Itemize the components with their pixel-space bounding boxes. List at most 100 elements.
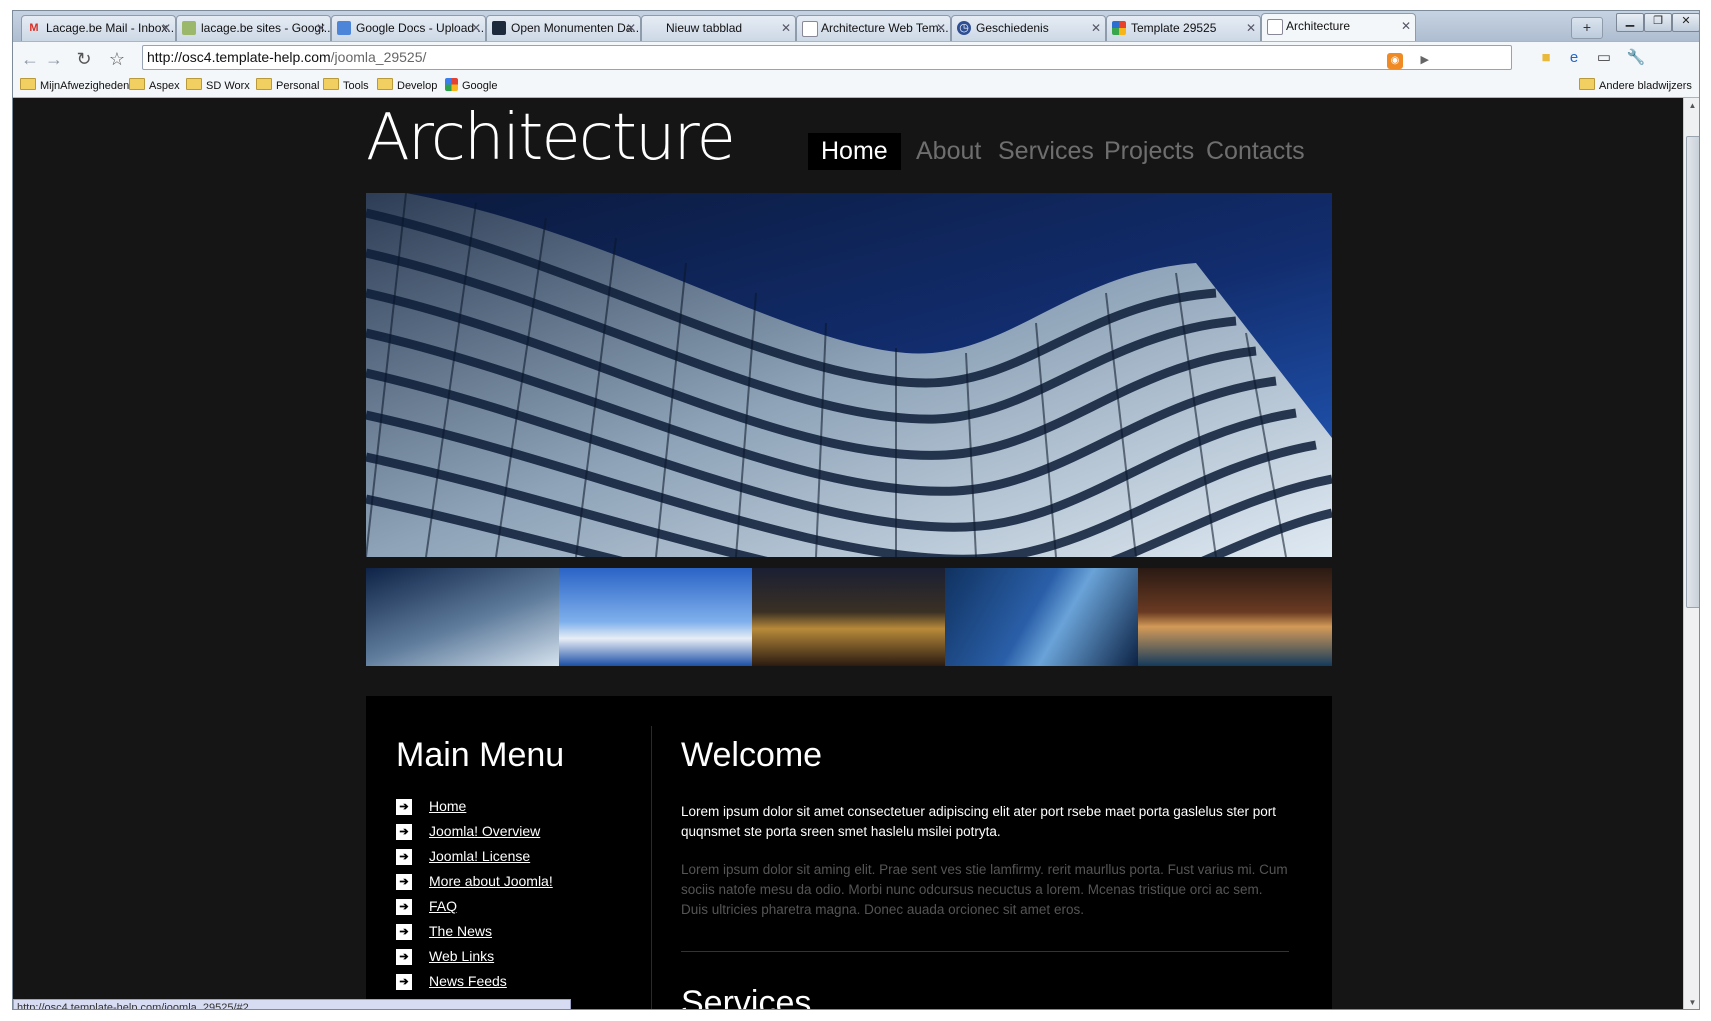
menu-link[interactable]: News Feeds <box>429 973 507 989</box>
close-tab-icon[interactable]: ✕ <box>1091 16 1101 40</box>
google-docs-icon <box>337 21 351 35</box>
rss-feed-icon[interactable]: ◉ <box>1387 53 1403 69</box>
nav-contacts[interactable]: Contacts <box>1206 133 1305 170</box>
close-tab-icon[interactable]: ✕ <box>471 16 481 40</box>
close-tab-icon[interactable]: ✕ <box>1401 14 1411 38</box>
thumbnail-bridge-tower[interactable] <box>559 568 752 666</box>
tab-label: lacage.be sites - Googl... <box>201 21 331 35</box>
gmail-icon: M <box>29 22 39 34</box>
close-tab-icon[interactable]: ✕ <box>626 16 636 40</box>
tab-strip: M Lacage.be Mail - Inbox... ✕ lacage.be … <box>13 11 1699 42</box>
template-icon <box>1112 21 1126 35</box>
menu-link[interactable]: Home <box>429 798 466 814</box>
bookmark-label: Tools <box>343 80 369 92</box>
url-host: http://osc4.template-help.com <box>147 49 331 65</box>
menu-link[interactable]: The News <box>429 923 492 939</box>
minimize-icon[interactable]: ▁ <box>1616 13 1644 32</box>
page-icon <box>802 21 818 37</box>
tab-google-sites[interactable]: lacage.be sites - Googl... ✕ <box>176 15 331 41</box>
menu-link[interactable]: Joomla! Overview <box>429 823 540 839</box>
close-tab-icon[interactable]: ✕ <box>781 16 791 40</box>
tab-label: Open Monumenten Da... <box>511 21 641 35</box>
folder-icon <box>20 78 36 90</box>
bookmark-label: Personal <box>276 80 320 92</box>
ie-tab-icon[interactable]: e <box>1563 48 1585 68</box>
reload-icon[interactable]: ↻ <box>73 48 95 70</box>
arrow-right-icon: ➔ <box>396 949 412 965</box>
bookmark-develop[interactable]: Develop <box>377 78 437 92</box>
thumbnail-resort-pool[interactable] <box>1138 568 1332 666</box>
services-heading: Services <box>681 984 812 1010</box>
nav-services[interactable]: Services <box>998 133 1094 170</box>
maximize-icon[interactable]: ❐ <box>1644 13 1672 32</box>
arrow-right-icon: ➔ <box>396 824 412 840</box>
menu-link[interactable]: Joomla! License <box>429 848 530 864</box>
bookmark-label: Andere bladwijzers <box>1599 80 1692 92</box>
thumbnail-curved-building[interactable] <box>366 568 559 666</box>
vertical-scrollbar[interactable]: ▲ ▼ <box>1683 98 1699 1009</box>
tab-history[interactable]: ◷ Geschiedenis ✕ <box>951 15 1106 41</box>
content-area: Main Menu ➔ Home ➔ Joomla! Overview ➔ Jooml… <box>366 696 1332 1010</box>
curved-building-illustration <box>366 193 1332 557</box>
tab-label: Nieuw tabblad <box>666 21 743 35</box>
welcome-heading: Welcome <box>681 736 823 774</box>
bookmark-label: MijnAfwezigheden <box>40 80 130 92</box>
menu-link[interactable]: More about Joomla! <box>429 873 553 889</box>
close-window-icon[interactable]: ✕ <box>1672 13 1699 32</box>
nav-about[interactable]: About <box>916 133 981 170</box>
bookmark-label: Aspex <box>149 80 180 92</box>
column-divider <box>651 726 652 1009</box>
page-menu-icon[interactable]: ▭ <box>1593 48 1615 68</box>
site-title[interactable]: Architecture <box>366 101 736 175</box>
welcome-body-text: Lorem ipsum dolor sit aming elit. Prae s… <box>681 862 1288 917</box>
tab-architecture-web-template[interactable]: Architecture Web Tem... ✕ <box>796 15 951 41</box>
close-tab-icon[interactable]: ✕ <box>316 16 326 40</box>
status-bar: http://osc4.template-help.com/joomla_295… <box>13 999 571 1009</box>
close-tab-icon[interactable]: ✕ <box>936 16 946 40</box>
bookmark-google[interactable]: Google <box>445 78 497 92</box>
thumbnail-pavilion-night[interactable] <box>752 568 945 666</box>
other-bookmarks[interactable]: Andere bladwijzers <box>1579 78 1692 92</box>
back-icon[interactable]: ← <box>19 48 41 70</box>
new-tab-button[interactable]: + <box>1571 17 1603 39</box>
tab-label: Google Docs - Upload ... <box>356 21 486 35</box>
bookmark-sd-worx[interactable]: SD Worx <box>186 78 250 92</box>
close-tab-icon[interactable]: ✕ <box>161 16 171 40</box>
arrow-right-icon: ➔ <box>396 899 412 915</box>
folder-icon <box>256 78 272 90</box>
go-icon[interactable]: ▶ <box>1421 49 1429 72</box>
hero-image <box>366 193 1332 557</box>
close-tab-icon[interactable]: ✕ <box>1246 16 1256 40</box>
tab-gmail[interactable]: M Lacage.be Mail - Inbox... ✕ <box>21 15 176 41</box>
bookmark-personal[interactable]: Personal <box>256 78 319 92</box>
scrollbar-thumb[interactable] <box>1686 136 1699 608</box>
page-icon <box>1267 19 1283 35</box>
address-bar[interactable]: http://osc4.template-help.com/joomla_295… <box>142 45 1512 70</box>
forward-icon[interactable]: → <box>43 48 65 70</box>
bookmark-aspex[interactable]: Aspex <box>129 78 180 92</box>
bookmark-mijnafwezigheden[interactable]: MijnAfwezigheden <box>20 78 129 92</box>
browser-window: M Lacage.be Mail - Inbox... ✕ lacage.be … <box>12 10 1700 1010</box>
scroll-down-icon[interactable]: ▼ <box>1684 995 1699 1009</box>
menu-link[interactable]: FAQ <box>429 898 457 914</box>
arrow-right-icon: ➔ <box>396 924 412 940</box>
scroll-up-icon[interactable]: ▲ <box>1684 98 1699 114</box>
tab-label: Architecture Web Tem... <box>821 21 949 35</box>
tab-new-tab[interactable]: Nieuw tabblad ✕ <box>641 15 796 41</box>
bookmarks-bar: MijnAfwezigheden Aspex SD Worx Personal … <box>13 73 1699 98</box>
menu-link[interactable]: Web Links <box>429 948 494 964</box>
bookmark-tools[interactable]: Tools <box>323 78 369 92</box>
extension-icon[interactable]: ■ <box>1535 48 1557 68</box>
thumbnail-glass-tower[interactable] <box>945 568 1138 666</box>
tab-google-docs[interactable]: Google Docs - Upload ... ✕ <box>331 15 486 41</box>
tab-label: Lacage.be Mail - Inbox... <box>46 21 176 35</box>
wrench-icon[interactable]: 🔧 <box>1625 48 1647 68</box>
tab-architecture[interactable]: Architecture ✕ <box>1261 13 1416 42</box>
tab-template-29525[interactable]: Template 29525 ✕ <box>1106 15 1261 41</box>
bookmark-star-icon[interactable]: ☆ <box>106 48 128 70</box>
tab-label: Geschiedenis <box>976 21 1049 35</box>
nav-projects[interactable]: Projects <box>1104 133 1194 170</box>
tab-open-monumenten[interactable]: Open Monumenten Da... ✕ <box>486 15 641 41</box>
nav-home[interactable]: Home <box>808 133 901 170</box>
browser-toolbar: ← → ↻ ☆ http://osc4.template-help.com/jo… <box>13 41 1699 74</box>
